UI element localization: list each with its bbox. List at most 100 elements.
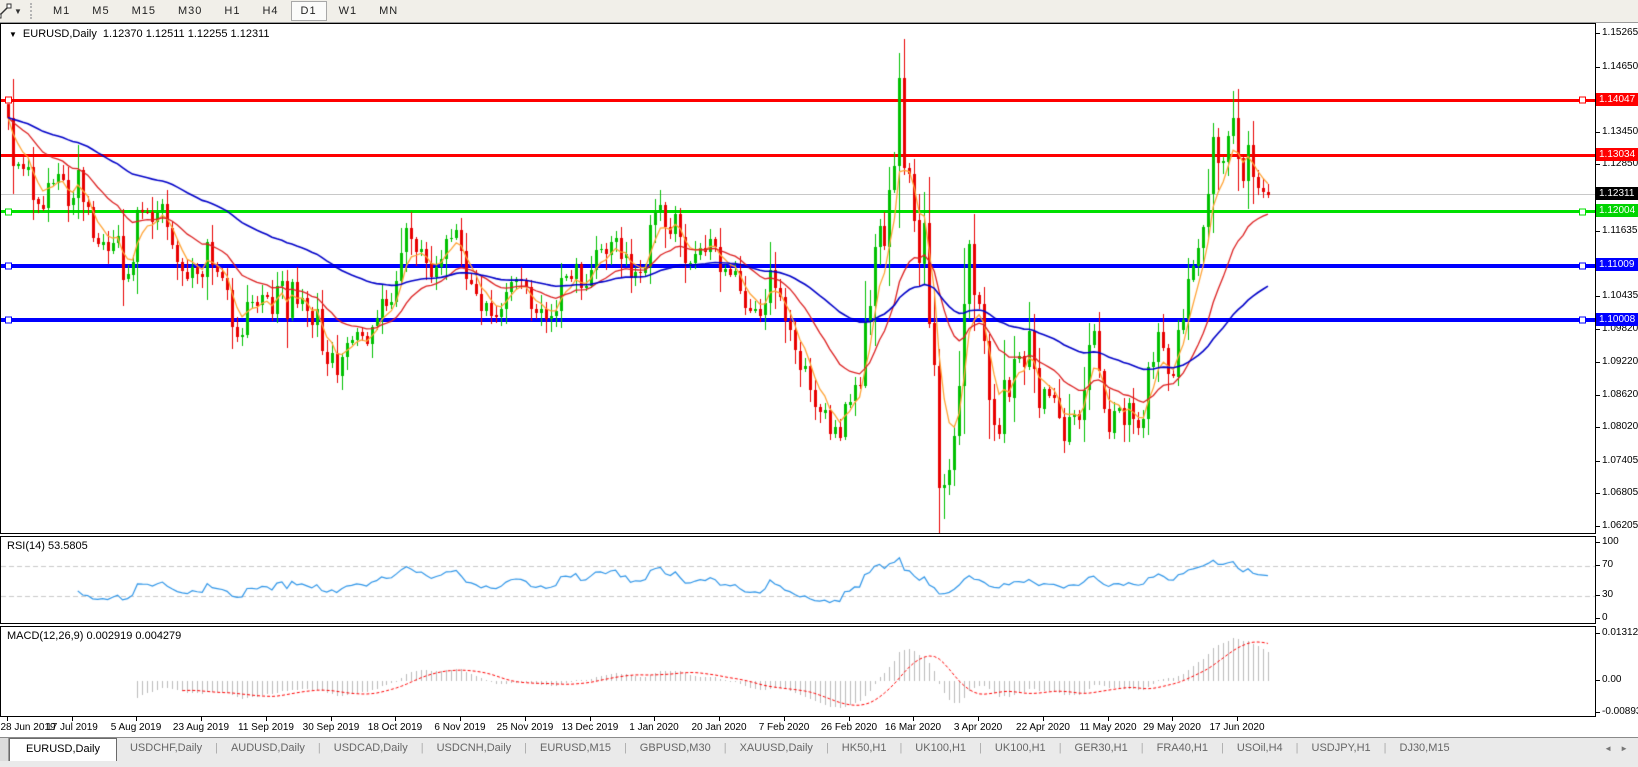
date-label: 23 Aug 2019 [172, 722, 230, 733]
price-badge-1-11009: 1.11009 [1596, 258, 1638, 271]
date-tick [913, 717, 914, 721]
price-tick [1596, 164, 1600, 165]
timeframe-button-m30[interactable]: M30 [168, 1, 212, 21]
price-tick [1596, 67, 1600, 68]
macd-canvas[interactable] [1, 627, 1595, 716]
date-tick [136, 717, 137, 721]
price-tick [1596, 362, 1600, 363]
price-axis: 1.15265 1.14650 1.13450 1.12850 1.11635 1.104… [1596, 23, 1638, 717]
timeframe-button-m5[interactable]: M5 [82, 1, 119, 21]
date-tick [395, 717, 396, 721]
chart-tab-gbpusd-m30[interactable]: GBPUSD,M30 [627, 738, 724, 759]
date-label: 29 May 2020 [1143, 722, 1201, 733]
price-tick-label: 1.11635 [1602, 225, 1638, 236]
timeframe-button-mn[interactable]: MN [369, 1, 408, 21]
price-tick [1596, 493, 1600, 494]
date-label: 6 Nov 2019 [434, 722, 486, 733]
rsi-panel: RSI(14) 53.5805 [0, 536, 1596, 624]
timeframe-button-group: M1 M5 M15 M30 H1 H4 D1 W1 MN [42, 1, 409, 21]
price-tick [1596, 231, 1600, 232]
price-badge-1-12311: 1.12311 [1596, 187, 1638, 200]
main-chart-canvas[interactable] [1, 24, 1595, 533]
rsi-tick [1596, 542, 1600, 543]
date-label: 17 Jun 2020 [1209, 722, 1265, 733]
chart-tab-usoil-h4[interactable]: USOil,H4 [1224, 738, 1296, 759]
price-badge-1-13034: 1.13034 [1596, 148, 1638, 161]
timeframe-button-m1[interactable]: M1 [43, 1, 80, 21]
rsi-tick [1596, 565, 1600, 566]
tab-bar-edge [0, 738, 9, 761]
date-label: 20 Jan 2020 [691, 722, 747, 733]
chart-tab-fra40-h1[interactable]: FRA40,H1 [1144, 738, 1221, 759]
timeframe-button-m15[interactable]: M15 [122, 1, 166, 21]
rsi-canvas[interactable] [1, 537, 1595, 623]
date-tick [1108, 717, 1109, 721]
macd-tick [1596, 680, 1600, 681]
date-label: 17 Jul 2019 [46, 722, 98, 733]
date-tick [1237, 717, 1238, 721]
rsi-tick-label: 30 [1602, 589, 1614, 600]
price-tick [1596, 329, 1600, 330]
timeframe-button-h4[interactable]: H4 [252, 1, 288, 21]
chart-tab-uk100-h1[interactable]: UK100,H1 [902, 738, 979, 759]
macd-tick [1596, 712, 1600, 713]
rsi-tick-label: 0 [1602, 612, 1608, 623]
chart-tab-ger30-h1[interactable]: GER30,H1 [1062, 738, 1141, 759]
price-badge-1-12004: 1.12004 [1596, 204, 1638, 217]
macd-tick [1596, 633, 1600, 634]
chart-tab-audusd-daily[interactable]: AUDUSD,Daily [218, 738, 318, 759]
timeframe-button-d1[interactable]: D1 [290, 1, 327, 21]
tab-scroll-right-icon[interactable]: ► [1620, 744, 1628, 753]
price-tick-label: 1.08620 [1602, 389, 1638, 400]
date-label: 18 Oct 2019 [367, 722, 423, 733]
price-tick [1596, 33, 1600, 34]
chart-tab-usdjpy-h1[interactable]: USDJPY,H1 [1299, 738, 1384, 759]
date-label: 25 Nov 2019 [496, 722, 554, 733]
chart-tab-dj30-m15[interactable]: DJ30,M15 [1387, 738, 1463, 759]
crosshair-tool-icon[interactable]: ▼ [0, 1, 22, 21]
date-tick [266, 717, 267, 721]
date-tick [654, 717, 655, 721]
timeframe-button-w1[interactable]: W1 [329, 1, 368, 21]
main-chart-panel: ▼ EURUSD,Daily 1.12370 1.12511 1.12255 1… [0, 23, 1596, 534]
date-tick [525, 717, 526, 721]
price-tick-label: 1.07405 [1602, 455, 1638, 466]
chart-tab-usdcnh-daily[interactable]: USDCNH,Daily [424, 738, 525, 759]
timeframe-button-h1[interactable]: H1 [214, 1, 250, 21]
rsi-label: RSI(14) 53.5805 [7, 540, 88, 552]
symbol-dropdown-icon[interactable]: ▼ [9, 30, 17, 39]
date-tick [201, 717, 202, 721]
symbol-label: EURUSD,Daily [22, 28, 97, 40]
price-tick-label: 1.10435 [1602, 290, 1638, 301]
date-label: 11 Sep 2019 [238, 722, 294, 733]
tab-scroll-left-icon[interactable]: ◄ [1604, 744, 1612, 753]
date-tick [72, 717, 73, 721]
date-tick [7, 717, 8, 721]
price-tick [1596, 132, 1600, 133]
chart-tab-eurusd-daily[interactable]: EURUSD,Daily [9, 738, 117, 761]
tool-dropdown-arrow[interactable]: ▼ [14, 7, 22, 16]
chart-title: ▼ EURUSD,Daily 1.12370 1.12511 1.12255 1… [9, 28, 269, 40]
price-tick [1596, 461, 1600, 462]
chart-tab-eurusd-m15[interactable]: EURUSD,M15 [527, 738, 624, 759]
top-toolbar: ▼ M1 M5 M15 M30 H1 H4 D1 W1 MN [0, 0, 1638, 23]
date-label: 13 Dec 2019 [561, 722, 619, 733]
chart-tab-hk50-h1[interactable]: HK50,H1 [829, 738, 900, 759]
price-tick-label: 1.06205 [1602, 520, 1638, 531]
ohlc-values: 1.12370 1.12511 1.12255 1.12311 [102, 28, 270, 40]
date-label: 22 Apr 2020 [1016, 722, 1070, 733]
tab-items: EURUSD,Daily USDCHF,Daily | AUDUSD,Daily | US… [9, 738, 1463, 761]
chart-tab-usdchf-daily[interactable]: USDCHF,Daily [117, 738, 215, 759]
price-tick-label: 1.08020 [1602, 421, 1638, 432]
date-tick [460, 717, 461, 721]
macd-tick-label: 0.013121 [1602, 627, 1638, 638]
price-badge-1-10008: 1.10008 [1596, 313, 1638, 326]
date-label: 1 Jan 2020 [629, 722, 679, 733]
chart-tab-uk100-h1[interactable]: UK100,H1 [982, 738, 1059, 759]
macd-tick-label: -0.008933 [1602, 706, 1638, 717]
rsi-tick-label: 70 [1602, 559, 1614, 570]
tab-scroll-arrows: ◄ ► [1604, 738, 1638, 753]
date-label: 11 May 2020 [1079, 722, 1137, 733]
chart-tab-xauusd-daily[interactable]: XAUUSD,Daily [727, 738, 826, 759]
chart-tab-usdcad-daily[interactable]: USDCAD,Daily [321, 738, 421, 759]
